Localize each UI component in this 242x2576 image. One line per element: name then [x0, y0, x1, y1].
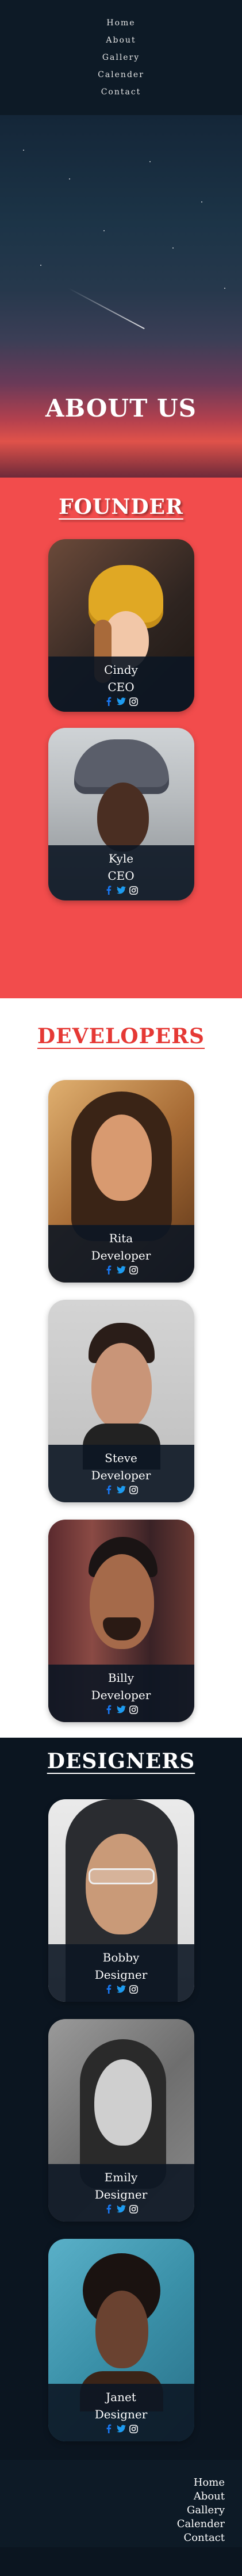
- social-links: [48, 1485, 194, 1494]
- nav-calender-link[interactable]: Calender: [98, 70, 144, 79]
- footer-home-link[interactable]: Home: [194, 2476, 225, 2490]
- footer-calender-link[interactable]: Calender: [177, 2517, 225, 2531]
- facebook-icon[interactable]: [104, 1985, 113, 1994]
- member-info: Bobby Designer: [48, 1944, 194, 2002]
- hero-banner: ABOUT US: [0, 115, 242, 478]
- member-card-rita: Rita Developer: [48, 1080, 194, 1283]
- instagram-icon[interactable]: [129, 697, 139, 706]
- member-role: Designer: [94, 1968, 148, 1982]
- member-name: Steve: [105, 1451, 137, 1465]
- designers-section: DESIGNERS Bobby Designer Emily Designer …: [0, 1738, 242, 2460]
- twitter-icon[interactable]: [116, 1985, 126, 1994]
- member-role: CEO: [107, 869, 135, 883]
- member-name: Rita: [109, 1231, 133, 1245]
- social-links: [48, 2424, 194, 2433]
- facebook-icon[interactable]: [104, 886, 113, 895]
- instagram-icon[interactable]: [129, 1985, 139, 1994]
- member-name: Janet: [106, 2390, 136, 2404]
- member-info: Emily Designer: [48, 2164, 194, 2222]
- section-title-developers: DEVELOPERS: [37, 1024, 205, 1048]
- twitter-icon[interactable]: [116, 2424, 126, 2433]
- facebook-icon[interactable]: [104, 1705, 113, 1714]
- member-card-kyle: Kyle CEO: [48, 728, 194, 900]
- facebook-icon[interactable]: [104, 1265, 113, 1274]
- footer-contact-link[interactable]: Contact: [184, 2531, 225, 2545]
- member-info: Rita Developer: [48, 1225, 194, 1283]
- section-title-designers: DESIGNERS: [47, 1749, 195, 1773]
- footer-about-link[interactable]: About: [194, 2490, 225, 2504]
- instagram-icon[interactable]: [129, 1705, 139, 1714]
- social-links: [48, 697, 194, 706]
- facebook-icon[interactable]: [104, 2204, 113, 2214]
- instagram-icon[interactable]: [129, 1485, 139, 1494]
- social-links: [48, 1265, 194, 1274]
- footer-nav: Home About Gallery Calender Contact: [0, 2460, 242, 2547]
- member-name: Billy: [107, 1671, 135, 1685]
- member-card-steve: Steve Developer: [48, 1300, 194, 1502]
- member-role: Designer: [94, 2407, 148, 2421]
- member-role: Developer: [91, 1249, 151, 1262]
- nav-gallery-link[interactable]: Gallery: [102, 53, 140, 62]
- member-name: Cindy: [104, 663, 138, 677]
- page-title: ABOUT US: [45, 394, 197, 422]
- footer-gallery-link[interactable]: Gallery: [187, 2504, 225, 2517]
- meteor-streak: [68, 287, 145, 330]
- section-title-founder: FOUNDER: [59, 495, 183, 519]
- member-role: Developer: [91, 1688, 151, 1702]
- member-card-billy: Billy Developer: [48, 1520, 194, 1722]
- nav-contact-link[interactable]: Contact: [101, 87, 141, 97]
- twitter-icon[interactable]: [116, 697, 126, 706]
- member-info: Cindy CEO: [48, 657, 194, 712]
- member-name: Kyle: [108, 852, 134, 865]
- member-role: CEO: [107, 680, 135, 694]
- member-info: Janet Designer: [48, 2384, 194, 2441]
- twitter-icon[interactable]: [116, 2204, 126, 2214]
- nav-home-link[interactable]: Home: [106, 18, 135, 28]
- social-links: [48, 886, 194, 895]
- founder-section: FOUNDER Cindy CEO Kyle CEO: [0, 478, 242, 998]
- social-links: [48, 1705, 194, 1714]
- member-name: Bobby: [102, 1951, 140, 1964]
- twitter-icon[interactable]: [116, 1265, 126, 1274]
- twitter-icon[interactable]: [116, 1485, 126, 1494]
- member-card-bobby: Bobby Designer: [48, 1799, 194, 2002]
- facebook-icon[interactable]: [104, 1485, 113, 1494]
- nav-about-link[interactable]: About: [106, 36, 136, 45]
- instagram-icon[interactable]: [129, 2424, 139, 2433]
- developers-section: DEVELOPERS Rita Developer Steve Develope…: [0, 998, 242, 1738]
- instagram-icon[interactable]: [129, 1265, 139, 1274]
- instagram-icon[interactable]: [129, 886, 139, 895]
- member-info: Kyle CEO: [48, 845, 194, 900]
- facebook-icon[interactable]: [104, 2424, 113, 2433]
- member-name: Emily: [104, 2170, 138, 2184]
- facebook-icon[interactable]: [104, 697, 113, 706]
- member-info: Billy Developer: [48, 1665, 194, 1722]
- social-links: [48, 1985, 194, 1994]
- member-card-cindy: Cindy CEO: [48, 539, 194, 712]
- instagram-icon[interactable]: [129, 2204, 139, 2214]
- member-info: Steve Developer: [48, 1445, 194, 1502]
- twitter-icon[interactable]: [116, 1705, 126, 1714]
- member-role: Developer: [91, 1468, 151, 1482]
- member-card-janet: Janet Designer: [48, 2239, 194, 2441]
- member-card-emily: Emily Designer: [48, 2019, 194, 2222]
- twitter-icon[interactable]: [116, 886, 126, 895]
- top-nav: Home About Gallery Calender Contact: [0, 0, 242, 115]
- social-links: [48, 2204, 194, 2214]
- member-role: Designer: [94, 2188, 148, 2201]
